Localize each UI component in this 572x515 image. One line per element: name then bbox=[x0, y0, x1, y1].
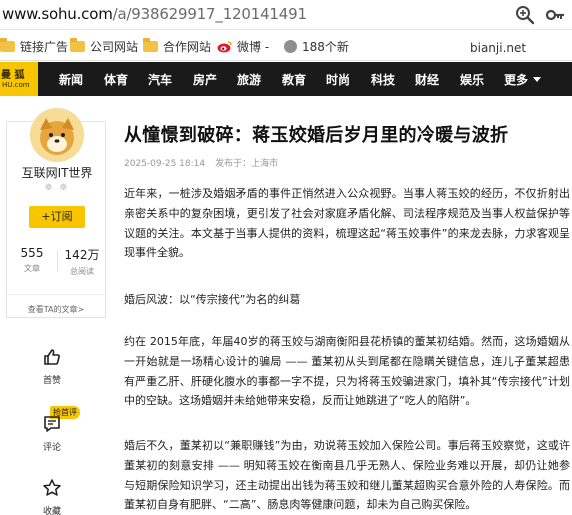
nav-item-auto[interactable]: 汽车 bbox=[148, 71, 172, 88]
author-name[interactable]: 互联网IT世界 bbox=[7, 164, 107, 181]
subscribe-button[interactable]: +订阅 bbox=[29, 206, 85, 228]
url-path: /a/938629917_120141491 bbox=[112, 5, 307, 23]
collect-button[interactable]: 收藏 bbox=[32, 478, 72, 515]
article-paragraph: 约在 2015年底，年届40岁的蒋玉姣与湖南衡阳县花桥镇的董某初结婚。然而，这场… bbox=[124, 335, 570, 408]
bookmark-label: 公司网站 bbox=[90, 39, 139, 54]
bookmark-label: 合作网站 bbox=[163, 39, 212, 54]
nav-item-news[interactable]: 新闻 bbox=[59, 71, 83, 88]
star-icon bbox=[43, 479, 61, 496]
publish-date: 2025-09-25 18:14 bbox=[124, 159, 206, 169]
folder-icon bbox=[0, 37, 15, 52]
like-label: 首赞 bbox=[42, 376, 61, 386]
globe-icon bbox=[284, 39, 297, 53]
card-divider bbox=[7, 294, 105, 295]
article-title: 从憧憬到破碎：蒋玉姣婚后岁月里的冷暖与波折 bbox=[124, 125, 509, 146]
nav-item-fashion[interactable]: 时尚 bbox=[326, 71, 350, 88]
bookmark-company-sites[interactable]: 公司网站 bbox=[70, 37, 139, 54]
url-host: www.sohu.com bbox=[2, 5, 113, 23]
stat-label: 文章 bbox=[24, 264, 40, 273]
nav-more-label: 更多 bbox=[504, 73, 529, 87]
nav-item-sports[interactable]: 体育 bbox=[104, 71, 128, 88]
publish-location: 上海市 bbox=[251, 159, 279, 169]
folder-icon bbox=[143, 37, 158, 52]
zoom-icon[interactable] bbox=[514, 4, 536, 26]
watermark: bianji.net bbox=[470, 41, 527, 55]
nav-item-house[interactable]: 房产 bbox=[193, 71, 217, 88]
address-bar[interactable]: www.sohu.com/a/938629917_120141491 bbox=[0, 0, 572, 30]
nav-more-menu[interactable]: 更多 bbox=[504, 71, 542, 88]
comment-label: 评论 bbox=[42, 443, 61, 453]
bookmark-partner-sites[interactable]: 合作网站 bbox=[143, 37, 212, 54]
stat-value: 555 bbox=[20, 246, 44, 260]
nav-item-education[interactable]: 教育 bbox=[282, 71, 306, 88]
site-nav: 曼 狐 HU.com 新闻 体育 汽车 房产 旅游 教育 时尚 科技 财经 娱乐… bbox=[0, 62, 572, 96]
nav-item-finance[interactable]: 财经 bbox=[415, 71, 439, 88]
author-medals: ☸ ☸ bbox=[44, 183, 70, 193]
nav-item-entertainment[interactable]: 娱乐 bbox=[460, 71, 484, 88]
bookmark-ad-links[interactable]: 链接广告 bbox=[0, 37, 69, 54]
like-button[interactable]: 首赞 bbox=[32, 347, 72, 386]
bookmark-weibo[interactable]: 微博 - bbox=[217, 38, 269, 54]
nav-item-travel[interactable]: 旅游 bbox=[237, 71, 261, 88]
article-meta: 2025-09-25 18:14 发布于：上海市 bbox=[124, 156, 278, 169]
stat-articles: 555 文章 bbox=[7, 246, 57, 274]
folder-icon bbox=[70, 37, 85, 52]
logo-subtext: HU.com bbox=[2, 81, 30, 89]
article-paragraph: 近年来，一桩涉及婚姻矛盾的事件正悄然进入公众视野。当事人蒋玉姣的经历，不仅折射出… bbox=[124, 187, 570, 260]
article-subheading: 婚后风波：以“传宗接代”为名的纠葛 bbox=[124, 293, 301, 306]
caret-down-icon bbox=[533, 77, 542, 82]
author-card: 互联网IT世界 ☸ ☸ +订阅 555 文章 142万 总阅读 查看TA的文章> bbox=[6, 108, 107, 318]
bookmark-label: 微博 - bbox=[237, 39, 270, 54]
publish-source-prefix: 发布于： bbox=[215, 159, 252, 169]
weibo-icon bbox=[217, 40, 232, 52]
article-paragraph: 婚后不久，董某初以“兼职赚钱”为由，劝说蒋玉姣加入保险公司。事后蒋玉姣察觉，这或… bbox=[124, 439, 570, 512]
thumbs-up-icon bbox=[44, 349, 60, 365]
bookmark-label: 链接广告 bbox=[20, 39, 69, 54]
stat-value: 142万 bbox=[64, 248, 100, 262]
url-text[interactable]: www.sohu.com/a/938629917_120141491 bbox=[2, 5, 307, 23]
nav-item-tech[interactable]: 科技 bbox=[371, 71, 395, 88]
logo-text: 曼 狐 bbox=[1, 70, 25, 81]
key-icon[interactable] bbox=[544, 4, 566, 26]
sohu-logo[interactable]: 曼 狐 HU.com bbox=[0, 62, 38, 96]
see-author-articles-link[interactable]: 查看TA的文章> bbox=[7, 304, 105, 315]
stat-label: 总阅读 bbox=[70, 267, 94, 276]
bookmark-label: 188个新 bbox=[302, 39, 349, 54]
bookmarks-bar: 链接广告 公司网站 合作网站 微博 - 188个新 bianji.net bbox=[0, 31, 572, 61]
bookmark-188[interactable]: 188个新 bbox=[284, 38, 349, 54]
stat-total-reads: 142万 总阅读 bbox=[57, 246, 107, 277]
avatar[interactable] bbox=[30, 108, 84, 162]
comment-icon bbox=[44, 416, 60, 432]
comment-button[interactable]: 评论 bbox=[32, 414, 72, 453]
collect-label: 收藏 bbox=[42, 507, 61, 515]
